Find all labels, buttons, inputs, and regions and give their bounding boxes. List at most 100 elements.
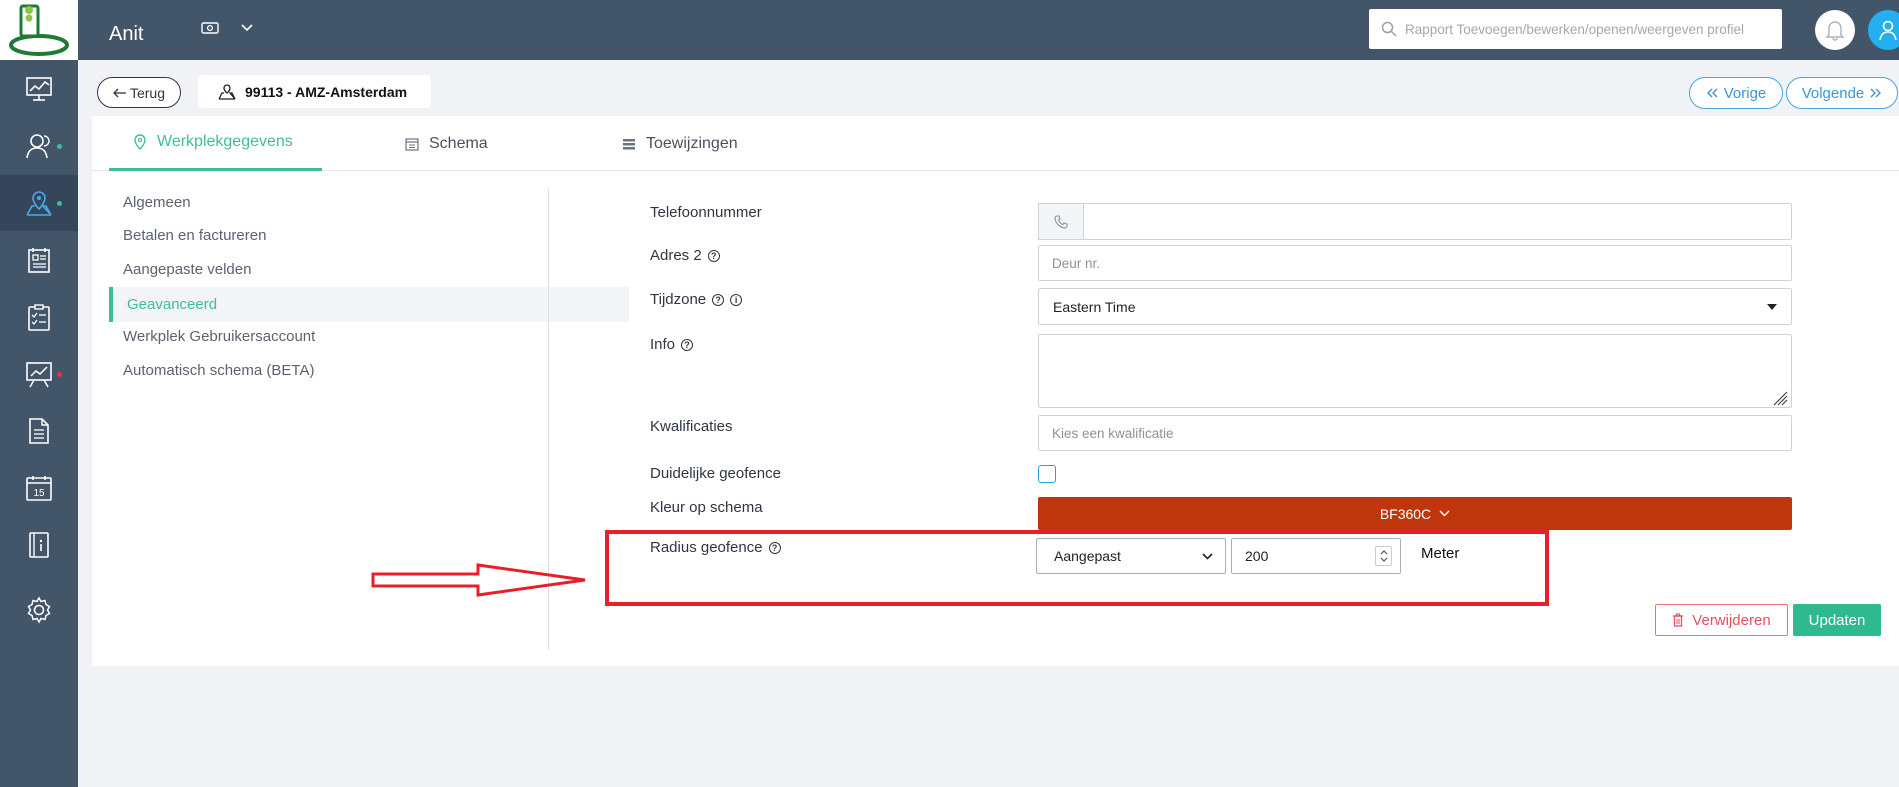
nav-tasks[interactable] — [0, 289, 78, 345]
update-button[interactable]: Updaten — [1793, 604, 1881, 636]
label-text: Tijdzone — [650, 291, 707, 308]
next-label: Volgende — [1801, 84, 1865, 102]
tab-schedule[interactable]: Schema — [405, 116, 488, 171]
label-clear-geofence: Duidelijke geofence — [650, 465, 781, 482]
side-item-advanced[interactable]: Geavanceerd — [109, 287, 629, 322]
back-label: Terug — [129, 84, 166, 101]
delete-label: Verwijderen — [1692, 611, 1771, 629]
calendar-small-icon — [405, 137, 419, 151]
info-textarea[interactable] — [1038, 334, 1792, 408]
label-text: Adres 2 — [650, 247, 702, 264]
stepper-up-icon[interactable] — [1380, 550, 1388, 555]
app-name: Anit — [109, 23, 144, 45]
help-icon[interactable]: ? — [681, 338, 694, 351]
workplace-icon — [218, 83, 236, 100]
clipboard-icon — [28, 304, 50, 331]
label-address2: Adres 2? — [650, 247, 720, 264]
side-item-general[interactable]: Algemeen — [123, 194, 191, 211]
app-switcher[interactable] — [201, 20, 253, 36]
timezone-value: Eastern Time — [1053, 298, 1136, 315]
radius-value: 200 — [1245, 548, 1269, 564]
app-logo[interactable] — [0, 0, 78, 60]
status-dot — [57, 201, 62, 206]
nav-guide[interactable] — [0, 517, 78, 573]
user-menu-button[interactable] — [1868, 10, 1899, 50]
qualifications-field[interactable] — [1038, 415, 1792, 451]
arrow-left-icon — [113, 88, 126, 97]
label-text: Telefoonnummer — [650, 204, 762, 221]
tab-workplace-details[interactable]: Werkplekgegevens — [109, 116, 322, 171]
previous-button[interactable]: Vorige — [1689, 77, 1783, 109]
chevrons-right-icon — [1870, 88, 1882, 98]
document-icon — [29, 418, 49, 444]
nav-dashboard[interactable] — [0, 61, 78, 117]
tab-label: Schema — [429, 134, 488, 152]
side-item-label: Geavanceerd — [127, 296, 218, 313]
radius-value-stepper[interactable]: 200 — [1231, 538, 1401, 574]
alert-dot — [57, 372, 62, 377]
clear-geofence-checkbox[interactable] — [1038, 465, 1056, 483]
label-radius-geofence: Radius geofence? — [650, 539, 781, 556]
nav-documents[interactable] — [0, 403, 78, 459]
phone-addon — [1038, 203, 1084, 240]
stepper-down-icon[interactable] — [1380, 557, 1388, 562]
label-text: Kwalificaties — [650, 418, 733, 435]
list-icon — [623, 138, 635, 149]
trash-icon — [1673, 613, 1684, 627]
label-phone: Telefoonnummer — [650, 204, 762, 221]
label-text: Kleur op schema — [650, 499, 763, 516]
label-text: Info — [650, 336, 676, 353]
help-icon[interactable]: ? — [768, 541, 781, 554]
left-sidebar: 15 — [0, 0, 78, 787]
nav-settings[interactable] — [0, 582, 78, 638]
back-button[interactable]: Terug — [97, 77, 181, 108]
notifications-button[interactable] — [1815, 10, 1855, 50]
nav-users[interactable] — [0, 118, 78, 174]
resize-grip-icon[interactable] — [1772, 390, 1788, 406]
map-pin-icon — [26, 191, 52, 216]
dashboard-icon — [26, 77, 52, 101]
info-icon[interactable]: i — [730, 293, 743, 306]
analytics-icon — [26, 362, 52, 388]
phone-field[interactable] — [1083, 203, 1792, 240]
side-item-user-account[interactable]: Werkplek Gebruikersaccount — [123, 328, 315, 345]
label-info: Info? — [650, 336, 694, 353]
nav-reports[interactable] — [0, 232, 78, 288]
next-button[interactable]: Volgende — [1786, 77, 1898, 109]
global-search[interactable] — [1369, 9, 1782, 49]
previous-label: Vorige — [1723, 84, 1767, 102]
help-icon[interactable]: ? — [712, 293, 725, 306]
side-item-custom-fields[interactable]: Aangepaste velden — [123, 261, 251, 278]
timezone-select[interactable]: Eastern Time — [1038, 288, 1792, 325]
logo-icon — [9, 4, 69, 56]
color-value: BF360C — [1379, 505, 1432, 522]
side-item-billing[interactable]: Betalen en factureren — [123, 227, 266, 244]
bell-icon — [1825, 21, 1845, 41]
label-text: Duidelijke geofence — [650, 465, 781, 482]
side-item-auto-schedule[interactable]: Automatisch schema (BETA) — [123, 362, 314, 379]
help-icon[interactable]: ? — [707, 249, 720, 262]
user-icon — [1879, 20, 1897, 41]
search-input[interactable] — [1405, 21, 1765, 37]
nav-workplaces[interactable] — [0, 175, 78, 231]
address2-field[interactable] — [1038, 245, 1792, 281]
update-label: Updaten — [1808, 611, 1866, 629]
tab-label: Toewijzingen — [646, 134, 738, 152]
chevron-down-icon — [1439, 510, 1450, 517]
money-icon — [201, 22, 219, 34]
label-schedule-color: Kleur op schema — [650, 499, 763, 516]
nav-analytics[interactable] — [0, 346, 78, 402]
calendar-icon: 15 — [26, 476, 52, 501]
users-icon — [26, 134, 50, 159]
tab-assignments[interactable]: Toewijzingen — [622, 116, 738, 171]
radius-mode-select[interactable]: Aangepast — [1036, 538, 1226, 574]
book-icon — [29, 532, 49, 558]
nav-calendar[interactable]: 15 — [0, 460, 78, 516]
tab-bar: Werkplekgegevens Schema Toewijzingen — [92, 116, 1899, 171]
phone-icon — [1054, 214, 1068, 229]
schedule-color-picker[interactable]: BF360C — [1038, 497, 1792, 530]
settings-icon — [27, 596, 51, 624]
radius-unit: Meter — [1421, 545, 1460, 562]
stepper-arrows[interactable] — [1375, 546, 1392, 566]
delete-button[interactable]: Verwijderen — [1655, 604, 1788, 636]
